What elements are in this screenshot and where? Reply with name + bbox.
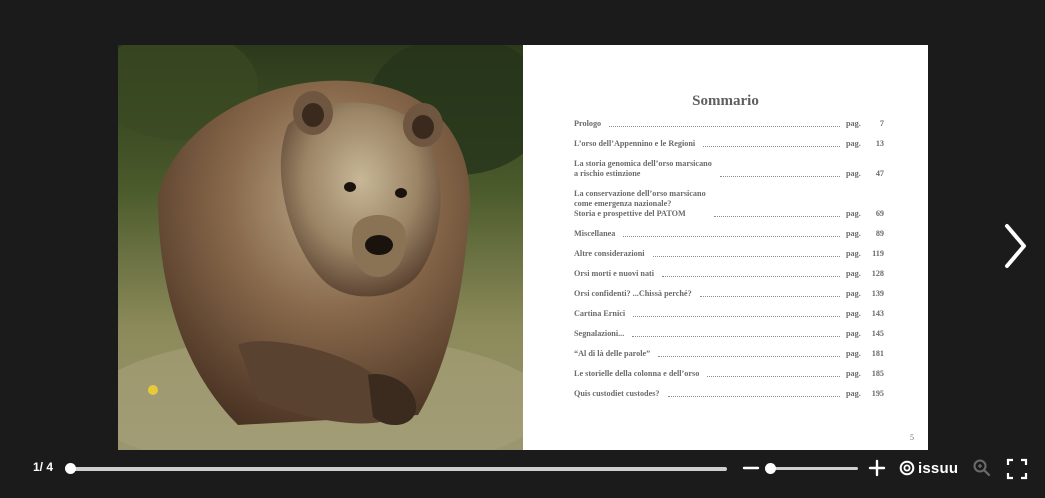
toc-item-page-number: 89 (875, 229, 884, 238)
toc-item-title: L’orso dell’Appennino e le Regioni (574, 139, 696, 148)
toc-item-page-number: 119 (872, 249, 884, 258)
toc-item-pag-label: pag. (846, 289, 861, 298)
toc-item: “Al di là delle parole” pag. 181 (574, 349, 884, 359)
toc-item-pag-label: pag. (846, 329, 861, 338)
toc-item-leader (623, 236, 840, 237)
toc-item-page-number: 181 (871, 349, 884, 358)
toc-item-title: Quis custodiet custodes? (574, 389, 660, 398)
toc-item-title: “Al di là delle parole” (574, 349, 651, 358)
toc-item-leader (667, 396, 840, 397)
page-counter: 1/ 4 (33, 460, 54, 474)
bear-photo (118, 45, 523, 450)
issuu-brand-link[interactable]: issuu (899, 458, 958, 478)
issuu-logo-icon (899, 460, 915, 476)
toc-item: Prologo pag. 7 (574, 119, 884, 129)
fullscreen-button[interactable] (1006, 458, 1028, 480)
toc-item-leader (703, 146, 840, 147)
toc-item-pag-label: pag. (846, 349, 861, 358)
toc-item-title: Cartina Ernici (574, 309, 626, 318)
toc-item: Miscellanea pag. 89 (574, 229, 884, 239)
plus-icon (868, 459, 886, 477)
toc-item-leader (707, 376, 840, 377)
toc-item-title: Prologo (574, 119, 602, 128)
toc-item: Quis custodiet custodes? pag. 195 (574, 389, 884, 399)
toc-item-title: Miscellanea (574, 229, 616, 238)
viewer-toolbar: 1/ 4 issuu (0, 452, 1045, 484)
zoom-in-button[interactable] (867, 458, 887, 478)
toc-item-pag-label: pag. (846, 309, 861, 318)
toc-item-leader (652, 256, 840, 257)
toc-item-pag-label: pag. (846, 229, 861, 238)
toc-item-leader (633, 316, 840, 317)
toc-item-pag-label: pag. (846, 209, 861, 218)
toc-item-title: Le storielle della colonna e dell’orso (574, 369, 700, 378)
bear-photo-page (118, 45, 523, 450)
toc-item-page-number: 145 (871, 329, 884, 338)
toc-item-leader (662, 276, 840, 277)
page-folio: 5 (910, 433, 914, 442)
toc-item: Orsi confidenti? ...Chissà perché? pag. 13… (574, 289, 884, 299)
toc-item-leader (609, 126, 840, 127)
zoom-out-button[interactable] (741, 458, 761, 478)
toc-item-page-number: 69 (875, 209, 884, 218)
magnifier-button[interactable] (972, 458, 992, 478)
toc-item-leader (632, 336, 840, 337)
document-viewer: Sommario Prologo pag. 7 L’orso dell’Appenni… (0, 0, 1045, 498)
toc-item-page-number: 128 (871, 269, 884, 278)
minus-icon (742, 466, 760, 470)
toc-item-page-number: 195 (871, 389, 884, 398)
toc-item-leader (658, 356, 840, 357)
toc-item-page-number: 7 (879, 119, 884, 128)
toc-item-leader (719, 176, 840, 177)
toc-item: La conservazione dell’orso marsicano com… (574, 189, 884, 219)
toc-item: Cartina Ernici pag. 143 (574, 309, 884, 319)
toc-item: Le storielle della colonna e dell’orso pa… (574, 369, 884, 379)
toc-item: La storia genomica dell’orso marsicano a… (574, 159, 884, 179)
toc-item-title: Segnalazioni... (574, 329, 625, 338)
toc-item-pag-label: pag. (846, 389, 861, 398)
toc-item-title: Orsi confidenti? ...Chissà perché? (574, 289, 692, 298)
toc-item-leader (699, 296, 840, 297)
zoom-slider-track[interactable] (766, 467, 858, 470)
page-progress-handle[interactable] (65, 463, 76, 474)
toc-item-pag-label: pag. (846, 249, 861, 258)
toc-item-page-number: 143 (871, 309, 884, 318)
toc-title: Sommario (692, 93, 759, 109)
toc-item-page-number: 185 (871, 369, 884, 378)
next-page-button[interactable] (1000, 222, 1030, 270)
toc-list: Prologo pag. 7 L’orso dell’Appennino e le R… (574, 119, 884, 409)
toc-item-title: La conservazione dell’orso marsicano com… (574, 189, 706, 218)
chevron-right-icon (1005, 224, 1026, 268)
toc-item-page-number: 139 (871, 289, 884, 298)
toc-item: L’orso dell’Appennino e le Regioni pag. 13 (574, 139, 884, 149)
zoom-slider-handle[interactable] (765, 463, 776, 474)
toc-item: Segnalazioni... pag. 145 (574, 329, 884, 339)
toc-item-pag-label: pag. (846, 369, 861, 378)
toc-item-page-number: 47 (875, 169, 884, 178)
toc-item-title: La storia genomica dell’orso marsicano a… (574, 159, 712, 178)
toc-item-pag-label: pag. (846, 169, 861, 178)
toc-item-title: Altre considerazioni (574, 249, 645, 258)
toc-item-pag-label: pag. (846, 139, 861, 148)
page-spread[interactable]: Sommario Prologo pag. 7 L’orso dell’Appenni… (118, 45, 928, 450)
page-progress-track[interactable] (70, 467, 727, 471)
magnifier-icon (973, 459, 991, 477)
brand-name: issuu (918, 459, 959, 477)
toc-item-pag-label: pag. (846, 119, 861, 128)
table-of-contents-page: Sommario Prologo pag. 7 L’orso dell’Appenni… (523, 45, 928, 450)
toc-item: Altre considerazioni pag. 119 (574, 249, 884, 259)
fullscreen-icon (1006, 458, 1028, 480)
toc-item-leader (713, 216, 840, 217)
toc-item-pag-label: pag. (846, 269, 861, 278)
toc-item: Orsi morti e nuovi nati pag. 128 (574, 269, 884, 279)
toc-item-title: Orsi morti e nuovi nati (574, 269, 655, 278)
toc-item-page-number: 13 (875, 139, 884, 148)
